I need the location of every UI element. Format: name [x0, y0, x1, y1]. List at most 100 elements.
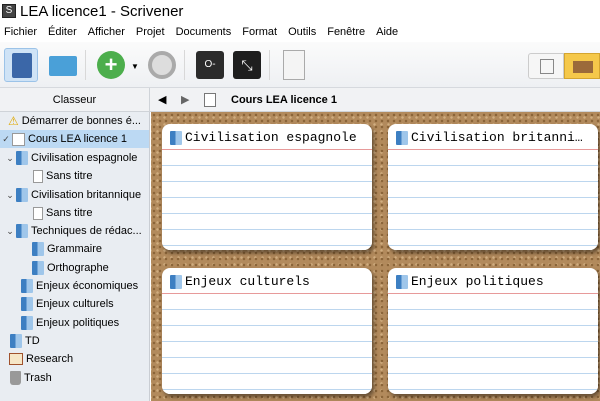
menu-format[interactable]: Format	[238, 23, 284, 41]
chevron-down-icon[interactable]: ⌄	[4, 186, 16, 204]
corkboard-view-button[interactable]	[564, 53, 600, 79]
chevron-down-icon[interactable]: ⌄	[4, 149, 16, 167]
document-icon	[204, 93, 216, 107]
card-title[interactable]: Enjeux culturels	[185, 274, 310, 289]
folder-icon	[10, 334, 22, 349]
menu-projet[interactable]: Projet	[132, 23, 172, 41]
forward-arrow-icon[interactable]: ▶	[181, 88, 189, 112]
binder-item[interactable]: Enjeux culturels	[0, 295, 149, 313]
binder-item[interactable]: ⌄ Civilisation espagnole	[0, 149, 149, 167]
binder-item-label: Grammaire	[47, 243, 103, 255]
binder-item[interactable]: Sans titre	[0, 204, 149, 222]
card-title[interactable]: Enjeux politiques	[411, 274, 544, 289]
binder-toggle-button[interactable]	[4, 48, 38, 82]
toolbar-separator	[184, 50, 185, 80]
menu-documents[interactable]: Documents	[172, 23, 239, 41]
toolbar-separator	[85, 50, 86, 80]
folder-icon	[16, 224, 28, 239]
delete-button[interactable]	[145, 48, 179, 82]
index-card[interactable]: Civilisation britannique	[388, 124, 598, 250]
document-icon	[33, 206, 43, 220]
no-entry-icon	[148, 51, 176, 79]
card-synopsis[interactable]	[162, 150, 372, 250]
folder-icon	[16, 188, 28, 203]
binder-item-label: Trash	[24, 372, 52, 384]
menu-outils[interactable]: Outils	[284, 23, 323, 41]
fullscreen-button[interactable]: ⤡	[230, 48, 264, 82]
corkboard-icon	[12, 132, 25, 146]
binder-item-label: Sans titre	[46, 207, 93, 219]
binder-item-label: Civilisation britannique	[31, 189, 142, 201]
inspector-button[interactable]	[46, 48, 80, 82]
keywords-button[interactable]: O‑	[193, 48, 227, 82]
binder-item[interactable]: Research	[0, 350, 149, 368]
outline-icon	[540, 59, 554, 74]
menu-aide[interactable]: Aide	[372, 23, 405, 41]
binder-item[interactable]: Grammaire	[0, 240, 149, 258]
compile-button[interactable]	[277, 48, 311, 82]
chevron-down-icon[interactable]: ⌄	[4, 222, 16, 240]
menu-editer[interactable]: Éditer	[44, 23, 84, 41]
menu-fenetre[interactable]: Fenêtre	[323, 23, 372, 41]
trash-icon	[10, 371, 21, 386]
binder-item-label: Research	[26, 353, 74, 365]
binder-item-label: TD	[25, 335, 40, 347]
compile-document-icon	[283, 50, 305, 80]
card-title[interactable]: Civilisation espagnole	[185, 130, 357, 145]
binder-item[interactable]: Orthographe	[0, 259, 149, 277]
index-card[interactable]: Civilisation espagnole	[162, 124, 372, 250]
add-dropdown-chevron-icon[interactable]: ▼	[131, 62, 139, 71]
card-synopsis[interactable]	[388, 150, 598, 250]
binder-item[interactable]: ⚠ Démarrer de bonnes é...	[0, 112, 149, 130]
menu-bar: Fichier Éditer Afficher Projet Documents…	[0, 23, 405, 41]
binder-item-label: Démarrer de bonnes é...	[21, 115, 141, 127]
card-synopsis[interactable]	[162, 294, 372, 394]
folder-icon	[21, 297, 33, 312]
corkboard[interactable]: Civilisation espagnole Civilisation brit…	[151, 112, 600, 401]
binder-item-label: Enjeux politiques	[36, 317, 120, 329]
binder-item[interactable]: Enjeux économiques	[0, 277, 149, 295]
header-bar: Classeur ◀ ▶ Cours LEA licence 1	[0, 88, 600, 112]
card-synopsis[interactable]	[388, 294, 598, 394]
document-icon	[33, 169, 43, 183]
card-title[interactable]: Civilisation britannique	[411, 130, 598, 145]
binder-item-label: Civilisation espagnole	[31, 152, 138, 164]
binder-sidebar[interactable]: ⚠ Démarrer de bonnes é... ✓ Cours LEA lice…	[0, 112, 150, 401]
research-icon	[9, 353, 23, 366]
binder-item-label: Enjeux économiques	[36, 280, 139, 292]
binder-item[interactable]: Trash	[0, 369, 149, 387]
index-card[interactable]: Enjeux culturels	[162, 268, 372, 394]
back-arrow-icon[interactable]: ◀	[158, 88, 166, 112]
binder-item[interactable]: ⌄ Techniques de rédac...	[0, 222, 149, 240]
binder-item[interactable]: ✓ Cours LEA licence 1	[0, 130, 149, 148]
current-document-title: Cours LEA licence 1	[231, 94, 337, 106]
scrivener-app-icon: S	[2, 4, 16, 18]
binder-item[interactable]: ⌄ Civilisation britannique	[0, 186, 149, 204]
toolbar: + ▼ O‑ ⤡	[0, 42, 600, 88]
add-button[interactable]: +	[94, 48, 128, 82]
menu-afficher[interactable]: Afficher	[84, 23, 132, 41]
toolbar-separator	[269, 50, 270, 80]
key-icon: O‑	[196, 51, 224, 79]
menu-fichier[interactable]: Fichier	[0, 23, 44, 41]
binder-item-label: Techniques de rédac...	[31, 225, 142, 237]
corkboard-icon	[573, 61, 593, 73]
binder-item[interactable]: Enjeux politiques	[0, 314, 149, 332]
binder-item-label: Cours LEA licence 1	[28, 133, 128, 145]
outliner-view-button[interactable]	[528, 53, 564, 79]
binder-item-label: Sans titre	[46, 170, 93, 182]
expand-icon: ⤡	[233, 51, 261, 79]
binder-item[interactable]: TD	[0, 332, 149, 350]
index-card[interactable]: Enjeux politiques	[388, 268, 598, 394]
folder-icon	[32, 242, 44, 257]
plus-icon: +	[97, 51, 125, 79]
folder-icon	[170, 274, 182, 289]
binder-item[interactable]: Sans titre	[0, 167, 149, 185]
folder-icon	[21, 279, 33, 294]
warning-icon: ⚠	[8, 114, 19, 129]
folder-icon	[32, 261, 44, 276]
window-title: LEA licence1 - Scrivener	[20, 2, 184, 20]
chevron-down-icon[interactable]: ✓	[0, 130, 12, 148]
folder-icon	[396, 130, 408, 145]
title-bar: S LEA licence1 - Scrivener	[0, 0, 600, 22]
